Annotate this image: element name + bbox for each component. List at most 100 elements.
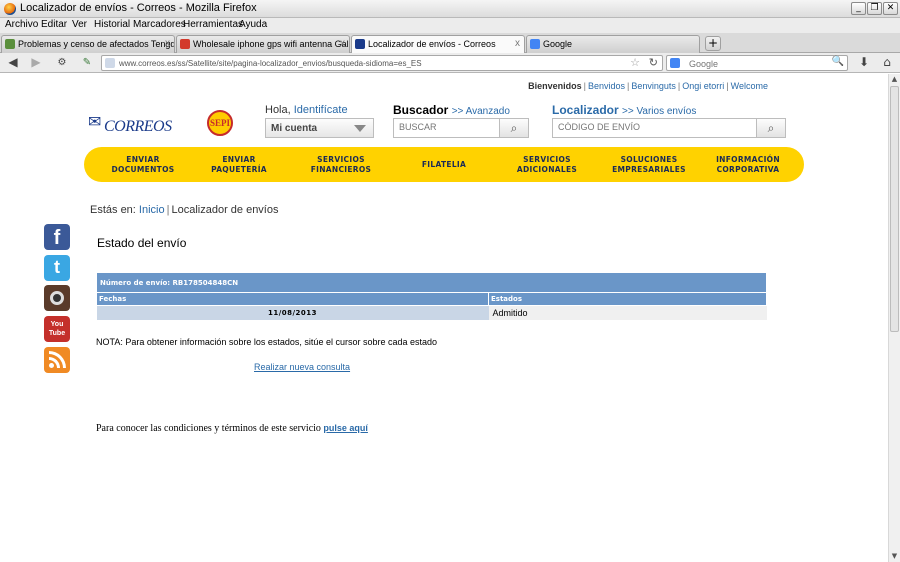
logo-text: CORREOS [104, 118, 172, 135]
multiple-shipments-link[interactable]: >> Varios envíos [622, 106, 696, 117]
scroll-down-arrow-icon[interactable]: ▼ [889, 551, 900, 562]
bookmark-star-icon[interactable]: ☆ [630, 56, 640, 69]
extension-icon[interactable]: ⚙ [53, 55, 71, 71]
menu-ver[interactable]: Ver [72, 19, 87, 30]
event-state[interactable]: Admitido [488, 305, 767, 320]
nav-servicios-financieros[interactable]: SERVICIOS FINANCIEROS [296, 147, 386, 182]
menu-herramientas[interactable]: Herramientas [183, 19, 243, 30]
nav-informacion-corporativa[interactable]: INFORMACIÓN CORPORATIVA [702, 147, 794, 182]
maximize-button[interactable]: ❐ [867, 2, 882, 15]
site-search-button[interactable]: ⌕ [499, 118, 529, 138]
tab-close-icon[interactable]: x [340, 38, 345, 49]
instagram-icon[interactable] [44, 285, 70, 311]
search-icon[interactable]: 🔍 [832, 56, 844, 67]
tab-google[interactable]: Google [526, 35, 700, 53]
rss-icon[interactable] [44, 347, 70, 373]
correos-logo[interactable]: ✉ CORREOS [88, 110, 180, 138]
site-identity-icon[interactable] [105, 58, 115, 68]
tab-close-icon[interactable]: x [515, 38, 520, 49]
menu-editar[interactable]: Editar [41, 19, 67, 30]
table-row: 11/08/2013 Admitido [96, 305, 767, 320]
vertical-scrollbar[interactable]: ▲ ▼ [888, 74, 900, 562]
nav-servicios-adicionales[interactable]: SERVICIOS ADICIONALES [502, 147, 592, 182]
lang-link-euskara[interactable]: Ongi etorri [682, 81, 724, 91]
account-dropdown[interactable]: Mi cuenta [265, 118, 374, 138]
menu-historial[interactable]: Historial [94, 19, 130, 30]
chevron-down-icon [354, 125, 366, 132]
lang-link-catala[interactable]: Benvinguts [631, 81, 676, 91]
address-bar[interactable]: ☆ ↻ [101, 55, 663, 71]
web-page: Bienvenidos | Benvidos | Benvinguts | Ongi eto… [0, 74, 888, 562]
search-bar[interactable]: 🔍 [666, 55, 848, 71]
advanced-search-link[interactable]: >> Avanzado [452, 106, 510, 117]
localizador-title: Localizador [552, 103, 619, 117]
terms-link[interactable]: pulse aquí [323, 423, 368, 433]
tab-tengda[interactable]: Problemas y censo de afectados Tengda ..… [1, 35, 175, 53]
firefox-icon [4, 3, 16, 15]
search-input[interactable] [689, 57, 819, 70]
event-date: 11/08/2013 [96, 305, 489, 320]
close-window-button[interactable]: ✕ [883, 2, 898, 15]
correos-favicon-icon [355, 39, 365, 49]
lang-link-galego[interactable]: Benvidos [588, 81, 625, 91]
tracking-number-row: Número de envío: RB178504848CN [96, 272, 767, 293]
buscador-heading: Buscador >> Avanzado [393, 103, 510, 117]
column-header-fechas: Fechas [96, 292, 489, 306]
addon-icon[interactable]: ✎ [78, 55, 96, 71]
breadcrumb-prefix: Estás en: [90, 204, 136, 216]
greeting: Hola, Identifícate [265, 104, 348, 116]
tab-wholesale[interactable]: Wholesale iphone gps wifi antenna Galler… [176, 35, 350, 53]
tab-correos[interactable]: Localizador de envíos - Correos x [351, 35, 525, 54]
tab-close-icon[interactable]: x [165, 38, 170, 49]
download-icon[interactable]: ⬇ [855, 55, 873, 71]
scroll-up-arrow-icon[interactable]: ▲ [889, 74, 900, 85]
shop-favicon-icon [180, 39, 190, 49]
account-label: Mi cuenta [271, 123, 318, 134]
youtube-icon[interactable]: You Tube [44, 316, 70, 342]
tracking-number-label: Número de envío: RB178504848CN [96, 272, 767, 293]
buscador-title: Buscador [393, 103, 449, 117]
url-input[interactable] [119, 57, 619, 70]
menu-ayuda[interactable]: Ayuda [239, 19, 267, 30]
breadcrumb-current: Localizador de envíos [171, 204, 279, 216]
forum-favicon-icon [5, 39, 15, 49]
localizador-heading: Localizador >> Varios envíos [552, 103, 696, 117]
nav-soluciones-empresariales[interactable]: SOLUCIONES EMPRESARIALES [599, 147, 699, 182]
site-search-box[interactable] [393, 118, 516, 138]
nav-filatelia[interactable]: FILATELIA [399, 147, 489, 182]
menu-archivo[interactable]: Archivo [5, 19, 38, 30]
identify-link[interactable]: Identifícate [294, 104, 348, 116]
breadcrumb-home-link[interactable]: Inicio [139, 204, 165, 216]
lang-link-english[interactable]: Welcome [731, 81, 768, 91]
nav-enviar-paqueteria[interactable]: ENVIAR PAQUETERÍA [194, 147, 284, 182]
facebook-icon[interactable]: f [44, 224, 70, 250]
minimize-button[interactable]: _ [851, 2, 866, 15]
twitter-icon[interactable]: t [44, 255, 70, 281]
home-icon[interactable]: ⌂ [878, 55, 896, 71]
forward-arrow-icon[interactable]: ▶ [27, 55, 45, 71]
menu-marcadores[interactable]: Marcadores [133, 19, 186, 30]
terms-text: Para conocer las condiciones y términos … [96, 423, 368, 434]
back-arrow-icon[interactable]: ◀ [4, 55, 22, 71]
table-header-row: Fechas Estados [96, 292, 767, 306]
navigation-toolbar: ◀ ▶ ⚙ ✎ ☆ ↻ 🔍 ⬇ ⌂ [0, 53, 900, 73]
reload-icon[interactable]: ↻ [649, 56, 658, 69]
status-note: NOTA: Para obtener información sobre los… [96, 337, 438, 347]
tab-label: Localizador de envíos - Correos [368, 39, 496, 49]
terms-sentence: Para conocer las condiciones y términos … [96, 423, 321, 434]
scrollbar-thumb[interactable] [890, 86, 899, 332]
page-title: Estado del envío [97, 236, 187, 250]
tracking-code-input[interactable] [558, 122, 675, 132]
google-engine-icon[interactable] [670, 58, 680, 68]
breadcrumb: Estás en: Inicio | Localizador de envíos [90, 204, 279, 216]
tracking-search-button[interactable]: ⌕ [756, 118, 786, 138]
language-links: Bienvenidos | Benvidos | Benvinguts | Ongi eto… [528, 81, 768, 91]
menu-bar: Archivo Editar Ver Historial Marcadores … [0, 18, 900, 33]
sepi-logo: SEPI [207, 110, 233, 136]
new-tab-button[interactable]: + [705, 36, 721, 51]
nav-enviar-documentos[interactable]: ENVIAR DOCUMENTOS [98, 147, 188, 182]
new-query-link[interactable]: Realizar nueva consulta [254, 362, 350, 372]
tab-label: Google [543, 39, 573, 49]
tab-label: Problemas y censo de afectados Tengda ..… [18, 39, 175, 49]
tracking-code-box[interactable] [552, 118, 757, 138]
